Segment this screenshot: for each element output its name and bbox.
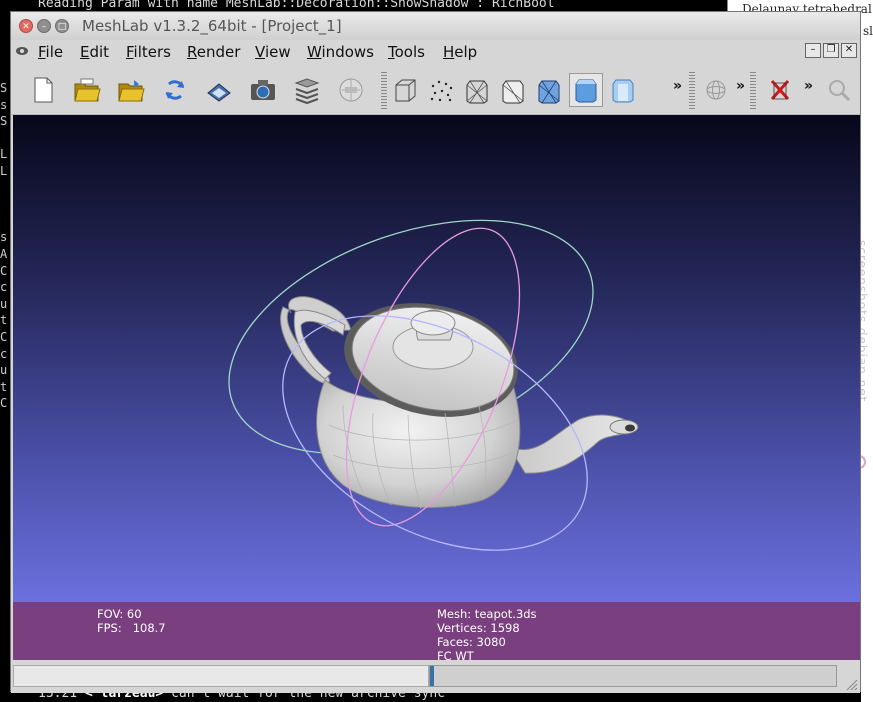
render-flat-icon[interactable] — [569, 73, 603, 107]
resize-grip-icon[interactable] — [846, 679, 858, 691]
delete-current-mesh-icon[interactable] — [765, 75, 795, 105]
render-smooth-icon[interactable] — [608, 75, 638, 105]
toolbar-separator — [750, 72, 756, 110]
render-mode-readout: FC WT — [437, 649, 474, 660]
3d-viewport[interactable] — [13, 115, 860, 602]
vertices-readout: Vertices: 1598 — [437, 621, 520, 635]
layers-icon[interactable] — [292, 75, 322, 105]
toolbar-overflow-button-1[interactable]: » — [673, 78, 682, 94]
menu-file[interactable]: File — [38, 43, 63, 61]
teapot-render — [228, 219, 639, 551]
menu-windows[interactable]: Windows — [307, 43, 374, 61]
mdi-close-button[interactable]: ✕ — [841, 43, 857, 58]
search-icon[interactable] — [824, 75, 854, 105]
fov-readout: FOV: 60 — [97, 607, 142, 621]
menu-tools[interactable]: Tools — [388, 43, 425, 61]
status-message-field — [13, 665, 429, 687]
app-menu-icon[interactable] — [15, 45, 29, 57]
render-hiddenlines-icon[interactable] — [498, 75, 528, 105]
toolbar-separator — [381, 72, 387, 110]
mdi-minimize-button[interactable]: – — [805, 43, 821, 58]
main-toolbar: » » » — [11, 66, 860, 115]
mesh-name-readout: Mesh: teapot.3ds — [437, 607, 537, 621]
import-mesh-icon[interactable] — [116, 75, 146, 105]
status-bar — [11, 662, 860, 693]
mdi-restore-button[interactable]: ❐ — [823, 43, 839, 58]
menu-bar: File Edit Filters Render View Windows To… — [11, 40, 860, 64]
render-flatlines-icon[interactable] — [534, 75, 564, 105]
raster-layers-icon[interactable] — [336, 75, 366, 105]
toolbar-separator — [689, 72, 695, 110]
faces-readout: Faces: 3080 — [437, 635, 506, 649]
reload-icon[interactable] — [160, 75, 190, 105]
render-bbox-icon[interactable] — [390, 75, 420, 105]
open-project-icon[interactable] — [72, 75, 102, 105]
window-title: MeshLab v1.3.2_64bit - [Project_1] — [82, 17, 342, 35]
snapshot-camera-icon[interactable] — [248, 75, 278, 105]
menu-edit[interactable]: Edit — [80, 43, 109, 61]
menu-help[interactable]: Help — [443, 43, 477, 61]
background-document-text-2: sl — [863, 24, 873, 38]
menu-view[interactable]: View — [255, 43, 291, 61]
fps-readout: FPS: 108.7 — [97, 621, 166, 635]
toolbar-overflow-button-3[interactable]: » — [804, 78, 813, 94]
close-window-button[interactable]: ✕ — [19, 19, 33, 33]
render-wireframe-icon[interactable] — [462, 75, 492, 105]
title-bar[interactable]: ✕ – □ MeshLab v1.3.2_64bit - [Project_1] — [11, 12, 860, 40]
meshlab-window: ✕ – □ MeshLab v1.3.2_64bit - [Project_1]… — [10, 11, 861, 693]
info-overlay: FOV: 60 FPS: 108.7 Mesh: teapot.3ds Vert… — [13, 602, 860, 660]
minimize-window-button[interactable]: – — [37, 19, 51, 33]
progress-bar-fill — [430, 666, 435, 686]
menu-render[interactable]: Render — [187, 43, 240, 61]
terminal-top-line: Reading Param with name MeshLab::Decorat… — [38, 0, 555, 11]
export-mesh-icon[interactable] — [204, 75, 234, 105]
progress-bar — [429, 665, 837, 687]
new-project-icon[interactable] — [28, 75, 58, 105]
render-points-icon[interactable] — [426, 75, 456, 105]
menu-filters[interactable]: Filters — [126, 43, 171, 61]
maximize-window-button[interactable]: □ — [55, 19, 69, 33]
toolbar-overflow-button-2[interactable]: » — [736, 78, 745, 94]
trackball-icon[interactable] — [701, 75, 731, 105]
